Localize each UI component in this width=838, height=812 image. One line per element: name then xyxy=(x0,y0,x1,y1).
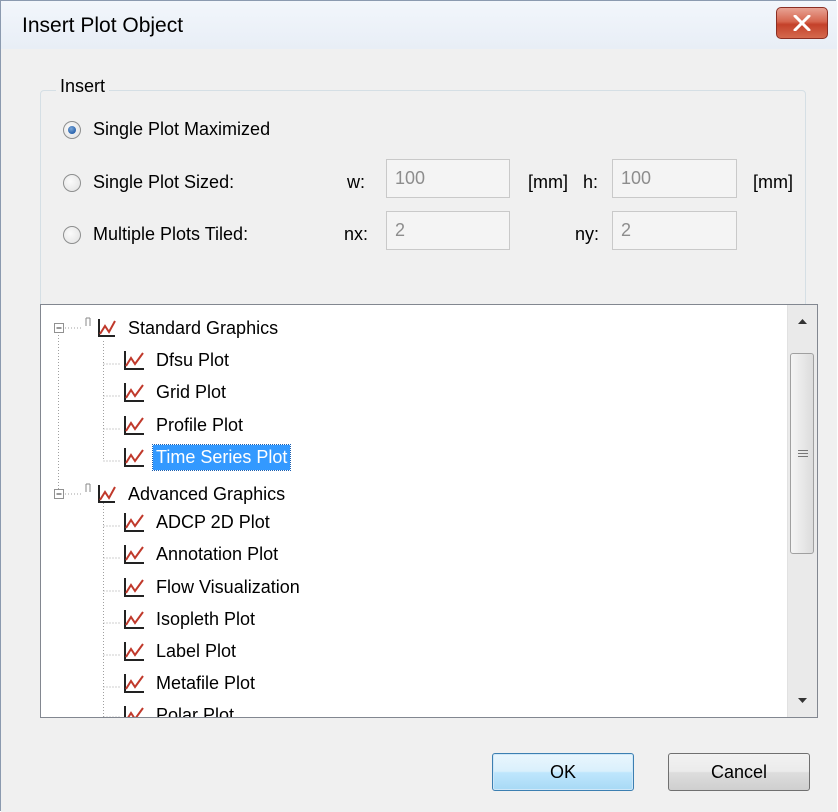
tree-item-label: Label Plot xyxy=(156,640,237,661)
tree-item-annotation-plot[interactable]: Annotation Plot xyxy=(123,540,281,568)
scroll-down-button[interactable] xyxy=(788,685,817,717)
tree-item-dfsu-plot[interactable]: Dfsu Plot xyxy=(123,346,232,374)
radio-button-checked[interactable] xyxy=(63,120,81,139)
nx-label: nx: xyxy=(344,224,369,244)
tree-item-label: Dfsu Plot xyxy=(156,349,230,370)
tree-item-label: Annotation Plot xyxy=(156,543,279,564)
line-plot-icon xyxy=(124,706,144,717)
plot-type-tree[interactable]: Standard Graphics Dfsu Plot Grid Plot Pr… xyxy=(40,304,818,718)
close-button[interactable] xyxy=(776,7,828,39)
scroll-thumb[interactable] xyxy=(790,353,814,554)
tree-item-grid-plot[interactable]: Grid Plot xyxy=(123,378,229,406)
arrow-up-icon xyxy=(798,319,807,324)
grip-line xyxy=(798,456,808,457)
dialog-body: Insert Single Plot Maximized Single Plot… xyxy=(1,49,837,812)
tree-item-label: Metafile Plot xyxy=(156,672,256,693)
radio-label: Single Plot Sized: xyxy=(93,172,235,192)
line-plot-icon xyxy=(124,610,144,629)
tree-group-label: Standard Graphics xyxy=(128,317,279,338)
plot-group-icon xyxy=(85,483,116,503)
ok-button[interactable]: OK xyxy=(492,753,634,791)
line-plot-icon xyxy=(124,383,144,402)
height-label: h: xyxy=(583,172,599,192)
radio-label: Single Plot Maximized xyxy=(93,119,271,139)
tree-group-advanced-graphics[interactable]: Advanced Graphics xyxy=(83,480,288,508)
line-plot-icon xyxy=(124,578,144,597)
line-plot-icon xyxy=(124,351,144,370)
line-plot-icon xyxy=(124,545,144,564)
tree-item-profile-plot[interactable]: Profile Plot xyxy=(123,411,246,439)
line-plot-icon xyxy=(124,674,144,693)
line-plot-icon xyxy=(124,448,144,467)
collapse-icon xyxy=(54,489,64,499)
tree-item-label: Flow Visualization xyxy=(156,576,300,597)
close-icon xyxy=(793,15,811,31)
line-plot-icon xyxy=(124,513,144,532)
tree-item-label: Polar Plot xyxy=(156,704,235,718)
height-input[interactable]: 100 xyxy=(612,159,737,198)
dialog-title: Insert Plot Object xyxy=(22,14,184,37)
tree-item-time-series-plot[interactable]: Time Series Plot xyxy=(123,443,292,471)
radio-label: Multiple Plots Tiled: xyxy=(93,224,249,244)
tree-item-label: Grid Plot xyxy=(156,381,227,402)
width-input[interactable]: 100 xyxy=(386,159,510,198)
arrow-down-icon xyxy=(798,698,807,703)
scroll-up-button[interactable] xyxy=(788,305,817,337)
tree-item-metafile-plot[interactable]: Metafile Plot xyxy=(123,669,258,697)
height-unit-label: [mm] xyxy=(753,172,793,192)
tree-connector-lines xyxy=(54,323,121,717)
radio-multiple-plots-tiled[interactable]: Multiple Plots Tiled: xyxy=(63,224,248,245)
line-plot-icon xyxy=(124,642,144,661)
tree-item-isopleth-plot[interactable]: Isopleth Plot xyxy=(123,605,258,633)
insert-group-label: Insert xyxy=(56,76,110,97)
radio-single-plot-maximized[interactable]: Single Plot Maximized xyxy=(63,119,270,140)
line-plot-icon xyxy=(124,416,144,435)
tree-item-label: Isopleth Plot xyxy=(156,608,256,629)
tree-item-label-selected: Time Series Plot xyxy=(151,443,292,471)
tree-item-label: Profile Plot xyxy=(156,414,244,435)
tree-item-flow-visualization[interactable]: Flow Visualization xyxy=(123,573,303,601)
tree-item-adcp-2d-plot[interactable]: ADCP 2D Plot xyxy=(123,508,273,536)
insert-plot-object-dialog: Insert Plot Object Insert Single Plot Ma… xyxy=(0,0,837,812)
ny-input[interactable]: 2 xyxy=(612,211,737,250)
radio-button[interactable] xyxy=(63,173,81,192)
tree-group-label: Advanced Graphics xyxy=(128,483,286,504)
nx-input[interactable]: 2 xyxy=(386,211,510,250)
tree-group-standard-graphics[interactable]: Standard Graphics xyxy=(83,314,281,342)
cancel-button[interactable]: Cancel xyxy=(668,753,810,791)
tree-vertical-scrollbar[interactable] xyxy=(787,305,817,717)
width-label: w: xyxy=(347,172,365,192)
tree-item-label: ADCP 2D Plot xyxy=(156,511,270,532)
plot-group-icon xyxy=(85,317,116,337)
grip-line xyxy=(798,453,808,454)
radio-single-plot-sized[interactable]: Single Plot Sized: xyxy=(63,172,234,193)
width-unit-label: [mm] xyxy=(528,172,568,192)
tree-item-label-plot[interactable]: Label Plot xyxy=(123,637,239,665)
tree-item-polar-plot[interactable]: Polar Plot xyxy=(123,701,237,718)
radio-button[interactable] xyxy=(63,225,81,244)
grip-line xyxy=(798,450,808,451)
ny-label: ny: xyxy=(575,224,600,244)
title-bar[interactable]: Insert Plot Object xyxy=(1,1,837,50)
collapse-icon xyxy=(54,323,64,333)
